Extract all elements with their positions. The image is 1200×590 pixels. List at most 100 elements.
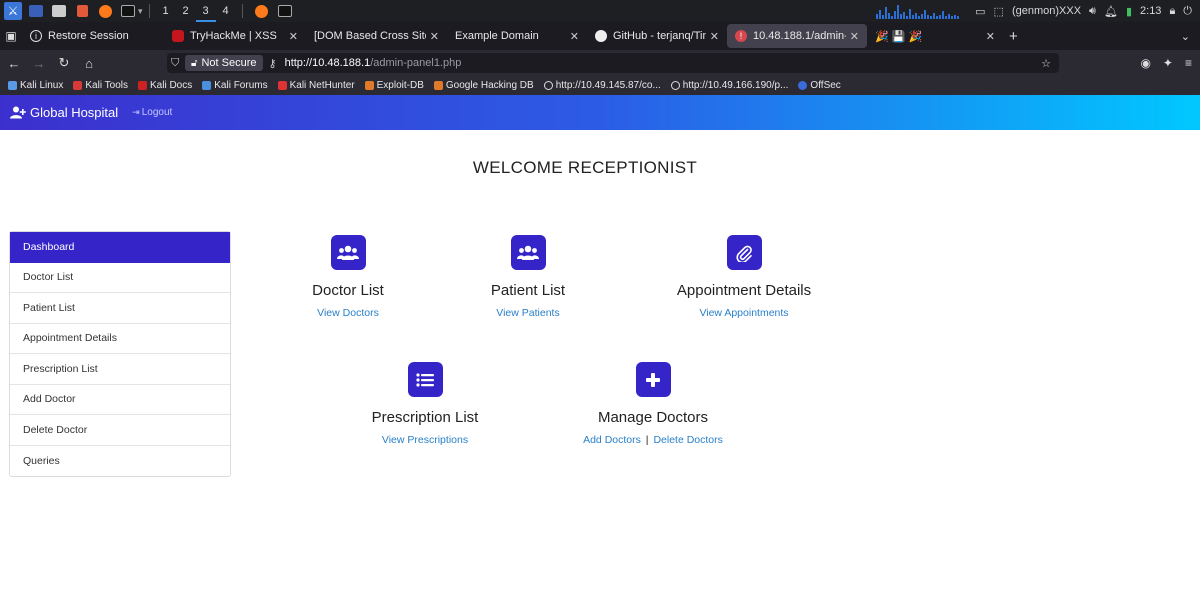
tab-emoji[interactable]: 🎉 💾 🎉 ✕ <box>867 22 1003 50</box>
key-icon[interactable]: ⚷ <box>269 57 277 70</box>
warning-icon: ! <box>735 30 747 42</box>
workspace-4[interactable]: 4 <box>216 0 236 22</box>
lock-icon[interactable]: 🔒︎ <box>1169 5 1175 18</box>
clock[interactable]: 2:13 <box>1140 5 1161 17</box>
sidebar-item-queries[interactable]: Queries <box>10 446 230 477</box>
forward-icon[interactable]: → <box>28 56 50 71</box>
tab-tryhackme[interactable]: TryHackMe | XSS ✕ <box>164 22 306 50</box>
bookmark-kali-tools[interactable]: Kali Tools <box>73 80 128 91</box>
globe-icon <box>670 81 680 90</box>
back-icon[interactable]: ← <box>3 56 25 71</box>
reload-icon[interactable]: ↻ <box>53 55 75 71</box>
firefox-launcher-button[interactable] <box>95 2 115 20</box>
folder-icon <box>52 5 66 17</box>
chevron-down-icon[interactable]: ▾ <box>138 6 143 17</box>
browser-tab-strip: ▣ i Restore Session TryHackMe | XSS ✕ [D… <box>0 22 1200 50</box>
view-appointments-link[interactable]: View Appointments <box>664 307 824 319</box>
sidebar-item-prescription-list[interactable]: Prescription List <box>10 354 230 385</box>
bookmark-kali-docs[interactable]: Kali Docs <box>137 80 193 91</box>
close-icon[interactable]: ✕ <box>289 30 298 43</box>
close-icon[interactable]: ✕ <box>986 30 995 43</box>
workspace-2[interactable]: 2 <box>176 0 196 22</box>
firefox-window-button[interactable] <box>252 2 272 20</box>
sidebar-item-patient-list[interactable]: Patient List <box>10 293 230 324</box>
close-icon[interactable]: ✕ <box>850 30 859 43</box>
bookmark-kali-forums[interactable]: Kali Forums <box>202 80 268 91</box>
card-manage-doctors: Manage Doctors Add Doctors | Delete Doct… <box>578 362 728 446</box>
sidebar-item-appointment-details[interactable]: Appointment Details <box>10 324 230 354</box>
sidebar-item-doctor-list[interactable]: Doctor List <box>10 263 230 293</box>
tab-label: 10.48.188.1/admin-panel1 <box>753 30 846 42</box>
extensions-icon[interactable]: ✦ <box>1163 56 1173 70</box>
close-icon[interactable]: ✕ <box>710 30 719 43</box>
card-title: Manage Doctors <box>597 409 709 426</box>
view-prescriptions-link[interactable]: View Prescriptions <box>355 434 495 446</box>
bookmark-google-hacking-db[interactable]: Google Hacking DB <box>433 80 534 91</box>
desktop-button[interactable] <box>26 2 46 20</box>
kali-docs-icon <box>137 81 147 90</box>
text-editor-button[interactable] <box>72 2 92 20</box>
workspace-3[interactable]: 3 <box>195 0 216 22</box>
divider <box>241 4 243 18</box>
tab-dom-based-xss[interactable]: [DOM Based Cross Site Scrip ✕ <box>306 22 447 50</box>
account-icon[interactable]: ◉ <box>1140 56 1150 70</box>
bookmark-kali-nethunter[interactable]: Kali NetHunter <box>277 80 355 91</box>
tab-admin-panel[interactable]: ! 10.48.188.1/admin-panel1 ✕ <box>727 24 867 48</box>
tryhackme-icon <box>172 30 184 42</box>
bookmark-star-icon[interactable]: ☆ <box>1041 57 1051 70</box>
bookmark-label: Kali Linux <box>20 80 64 91</box>
power-icon[interactable]: ⏻ <box>1183 5 1192 18</box>
bookmark-offsec[interactable]: OffSec <box>798 80 841 91</box>
tab-example-domain[interactable]: Example Domain ✕ <box>447 22 587 50</box>
delete-doctors-link[interactable]: Delete Doctors <box>653 434 722 446</box>
url-bar[interactable]: ⛉ 🔓︎ Not Secure ⚷ http://10.48.188.1/adm… <box>167 53 1059 73</box>
manage-doctors-links: Add Doctors | Delete Doctors <box>578 434 728 446</box>
exploit-db-icon <box>364 81 374 90</box>
kali-tools-icon <box>73 81 83 90</box>
display-icon[interactable]: ▭ <box>975 5 985 18</box>
file-manager-button[interactable] <box>49 2 69 20</box>
divider <box>148 4 150 18</box>
brand-link[interactable]: Global Hospital <box>10 105 118 120</box>
bookmark-url-1[interactable]: http://10.49.145.87/co... <box>543 80 661 91</box>
terminal-launcher-button[interactable] <box>118 2 138 20</box>
text-editor-icon <box>76 5 88 17</box>
not-secure-badge[interactable]: 🔓︎ Not Secure <box>185 55 263 71</box>
view-doctors-link[interactable]: View Doctors <box>288 307 408 319</box>
tab-restore-session[interactable]: i Restore Session <box>22 22 164 50</box>
home-icon[interactable]: ⌂ <box>78 56 100 71</box>
close-icon[interactable]: ✕ <box>430 30 439 43</box>
bookmark-label: http://10.49.166.190/p... <box>682 80 789 91</box>
menu-icon[interactable]: ≡ <box>1185 56 1192 70</box>
tab-label: GitHub - terjanq/Tiny-XSS <box>613 30 706 42</box>
system-taskbar: ⚔ ▾ 1 2 3 4 ▭ ⬚ (genmon)XXX 🔊︎ 🔔︎ ▮ 2:13… <box>0 0 1200 22</box>
sidebar-item-dashboard[interactable]: Dashboard <box>10 232 230 263</box>
firefox-view-icon[interactable]: ▣ <box>0 29 22 43</box>
terminal-window-button[interactable] <box>275 2 295 20</box>
view-patients-link[interactable]: View Patients <box>468 307 588 319</box>
desktop-icon <box>29 5 43 17</box>
github-icon <box>595 30 607 42</box>
add-doctors-link[interactable]: Add Doctors <box>583 434 641 446</box>
workspace-1[interactable]: 1 <box>156 0 176 22</box>
shield-icon[interactable]: ⛉ <box>171 57 179 70</box>
sidebar-item-delete-doctor[interactable]: Delete Doctor <box>10 415 230 446</box>
list-all-tabs-icon[interactable]: ⌄ <box>1181 30 1190 43</box>
bookmark-kali-linux[interactable]: Kali Linux <box>8 80 63 91</box>
terminal-icon <box>277 5 292 17</box>
logout-link[interactable]: ⇥ Logout <box>132 107 172 118</box>
tab-github[interactable]: GitHub - terjanq/Tiny-XSS ✕ <box>587 22 727 50</box>
volume-icon[interactable]: 🔊︎ <box>1089 5 1096 18</box>
notification-bell-icon[interactable]: 🔔︎ <box>1104 5 1118 18</box>
kali-menu-button[interactable]: ⚔ <box>3 2 23 20</box>
bookmark-exploit-db[interactable]: Exploit-DB <box>364 80 424 91</box>
firefox-icon <box>255 4 269 18</box>
close-icon[interactable]: ✕ <box>570 30 579 43</box>
bookmark-url-2[interactable]: http://10.49.166.190/p... <box>670 80 789 91</box>
battery-icon[interactable]: ▮ <box>1126 5 1132 18</box>
bookmark-label: Kali Docs <box>149 80 193 91</box>
bookmark-label: Exploit-DB <box>376 80 424 91</box>
new-tab-button[interactable]: + <box>1009 28 1018 45</box>
sidebar-item-add-doctor[interactable]: Add Doctor <box>10 385 230 415</box>
card-title: Prescription List <box>371 409 479 426</box>
